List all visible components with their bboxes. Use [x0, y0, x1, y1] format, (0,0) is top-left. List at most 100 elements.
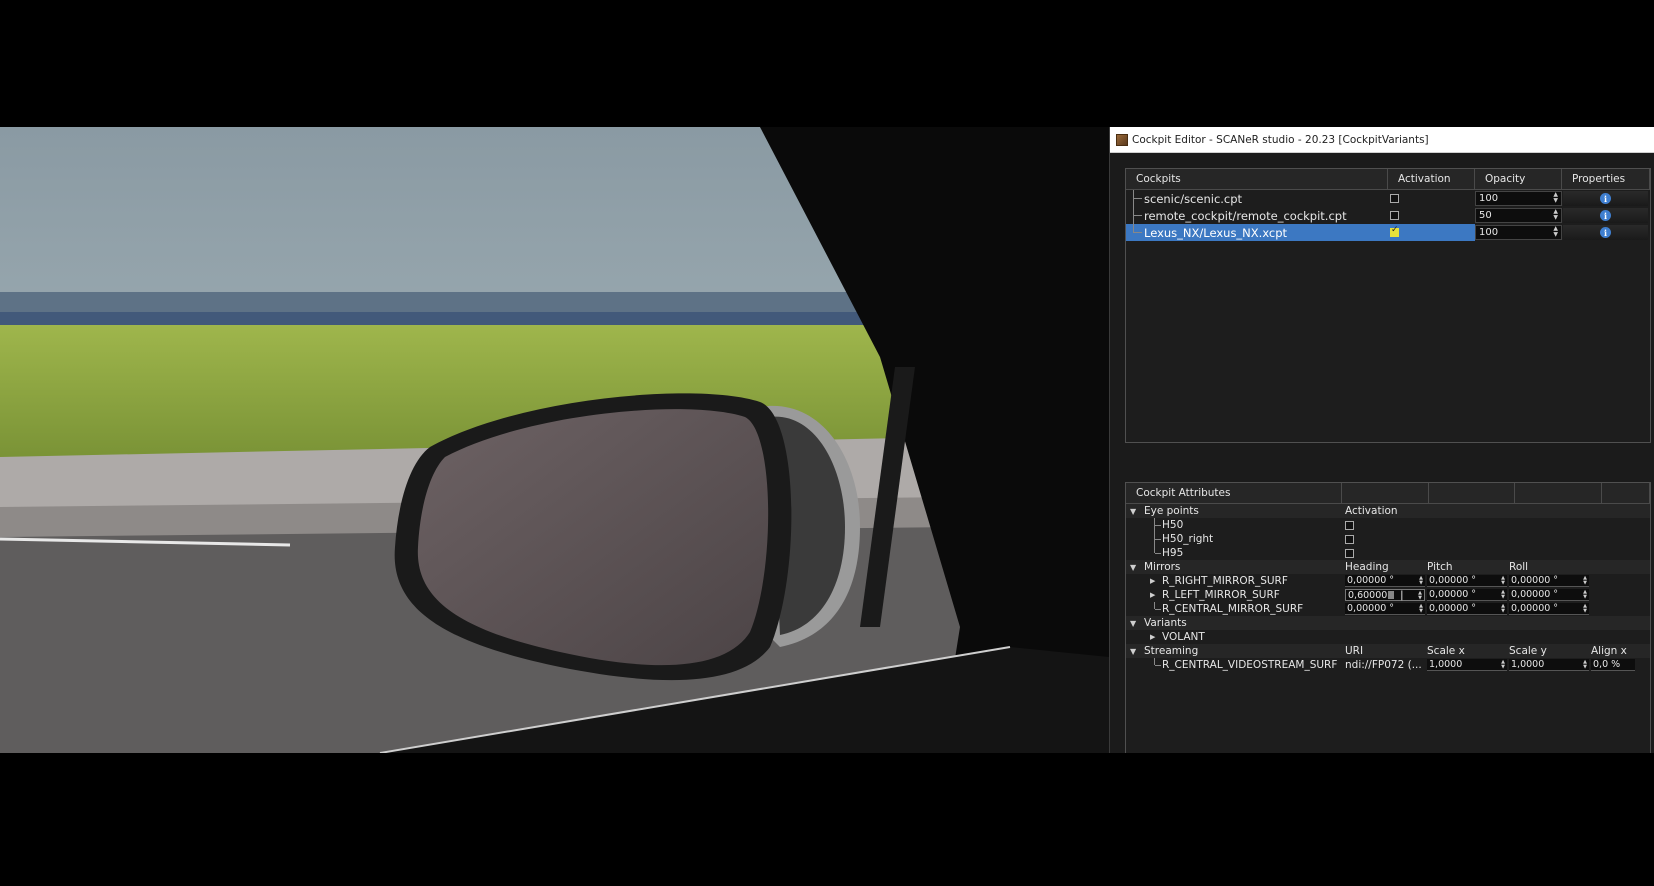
group-label: Streaming [1144, 645, 1199, 657]
properties-button[interactable]: i [1563, 208, 1648, 223]
col-empty[interactable] [1342, 483, 1429, 503]
field-value: 0,60000 [1348, 589, 1388, 601]
spin-arrows-icon[interactable]: ▲ ▼ [1553, 226, 1558, 238]
cockpit-row-selected[interactable]: Lexus_NX/Lexus_NX.xcpt 100 ▲▼ i [1126, 224, 1650, 241]
spin-arrows-icon[interactable]: ▲ ▼ [1583, 604, 1587, 614]
roll-field[interactable]: 0,00000 ° ▲ ▼ [1509, 575, 1589, 587]
eye-point-checkbox[interactable] [1345, 520, 1354, 530]
window-title: Cockpit Editor - SCANeR studio - 20.23 [… [1132, 133, 1429, 146]
eye-point-row[interactable]: H50 [1126, 518, 1650, 532]
col-empty[interactable] [1429, 483, 1516, 503]
spin-arrows-icon[interactable]: ▲ ▼ [1501, 660, 1505, 670]
properties-button[interactable]: i [1563, 225, 1648, 240]
pitch-field[interactable]: 0,00000 ° ▲ ▼ [1427, 589, 1507, 601]
col-activation[interactable]: Activation [1388, 169, 1475, 189]
mirror-name: R_CENTRAL_MIRROR_SURF [1162, 603, 1304, 615]
col-empty[interactable] [1602, 483, 1650, 503]
activation-checkbox[interactable] [1390, 211, 1399, 220]
app-icon [1116, 133, 1128, 146]
roll-field[interactable]: 0,00000 ° ▲ ▼ [1509, 589, 1589, 601]
opacity-spinbox[interactable]: 100 ▲ ▼ [1475, 225, 1562, 240]
col-empty[interactable] [1515, 483, 1603, 503]
spin-arrows-icon[interactable]: ▲ ▼ [1553, 209, 1558, 221]
opacity-value: 100 [1479, 193, 1499, 204]
scale-y-field[interactable]: 1,0000 ▲ ▼ [1509, 659, 1589, 671]
activation-checkbox[interactable] [1390, 225, 1399, 237]
mirror-row[interactable]: ▶ R_RIGHT_MIRROR_SURF 0,00000 ° ▲ ▼ 0,00000… [1126, 574, 1650, 588]
expand-caret-icon[interactable]: ▼ [1130, 619, 1136, 628]
spin-arrows-icon[interactable]: ▲ ▼ [1583, 660, 1587, 670]
cockpit-row[interactable]: scenic/scenic.cpt 100 ▲ ▼ i [1126, 190, 1650, 207]
spin-arrows-icon[interactable]: ▲ ▼ [1583, 576, 1587, 586]
col-roll: Roll [1509, 561, 1529, 573]
variant-name: VOLANT [1162, 631, 1205, 643]
text-cursor-icon: | [1400, 589, 1404, 601]
eye-point-row[interactable]: H50_right [1126, 532, 1650, 546]
spin-arrows-icon[interactable]: ▲ ▼ [1419, 604, 1423, 614]
group-mirrors[interactable]: ▼ Mirrors Heading Pitch Roll [1126, 560, 1650, 574]
spin-arrows-icon[interactable]: ▲ ▼ [1553, 192, 1558, 204]
col-properties[interactable]: Properties [1562, 169, 1650, 189]
cockpit-row[interactable]: remote_cockpit/remote_cockpit.cpt 50 ▲ ▼ i [1126, 207, 1650, 224]
spin-arrows-icon[interactable]: ▲ ▼ [1418, 591, 1422, 601]
heading-field[interactable]: 0,00000 ° ▲ ▼ [1345, 603, 1425, 615]
stream-name: R_CENTRAL_VIDEOSTREAM_SURF [1162, 659, 1338, 671]
scale-x-field[interactable]: 1,0000 ▲ ▼ [1427, 659, 1507, 671]
eye-point-checkbox[interactable] [1345, 534, 1354, 544]
variant-row[interactable]: ▶ VOLANT [1126, 630, 1650, 644]
activation-checkbox[interactable] [1390, 194, 1399, 203]
col-scale-x: Scale x [1427, 645, 1465, 657]
uri-value[interactable]: ndi://FP072 (... [1343, 658, 1425, 672]
opacity-value: 50 [1479, 210, 1492, 221]
col-cockpits[interactable]: Cockpits [1126, 169, 1388, 189]
field-value: 1,0000 [1511, 659, 1545, 670]
expand-caret-icon[interactable]: ▶ [1150, 591, 1155, 599]
col-scale-y: Scale y [1509, 645, 1547, 657]
col-attributes[interactable]: Cockpit Attributes [1126, 483, 1343, 503]
heading-field-editing[interactable]: 0,60000 | ▲ ▼ [1345, 589, 1425, 601]
tree-line [1133, 207, 1144, 224]
eye-point-row[interactable]: H95 [1126, 546, 1650, 560]
col-opacity[interactable]: Opacity [1475, 169, 1562, 189]
tree-line [1154, 518, 1163, 532]
expand-caret-icon[interactable]: ▼ [1130, 507, 1136, 516]
col-align-x: Align x [1591, 645, 1627, 657]
stream-row[interactable]: R_CENTRAL_VIDEOSTREAM_SURF ndi://FP072 (… [1126, 658, 1650, 672]
tree-line [1133, 224, 1144, 233]
spin-arrows-icon[interactable]: ▲ ▼ [1419, 576, 1423, 586]
spin-arrows-icon[interactable]: ▲ ▼ [1501, 576, 1505, 586]
spin-arrows-icon[interactable]: ▲ ▼ [1501, 604, 1505, 614]
cockpit-name: scenic/scenic.cpt [1144, 191, 1243, 206]
title-bar[interactable]: Cockpit Editor - SCANeR studio - 20.23 [… [1110, 127, 1654, 153]
group-variants[interactable]: ▼ Variants [1126, 616, 1650, 630]
col-pitch: Pitch [1427, 561, 1453, 573]
cockpits-header: Cockpits Activation Opacity Properties [1126, 169, 1650, 190]
align-x-field[interactable]: 0,0 % [1591, 659, 1635, 671]
spin-arrows-icon[interactable]: ▲ ▼ [1501, 590, 1505, 600]
field-value: 0,00000 ° [1429, 589, 1477, 600]
col-uri: URI [1345, 645, 1364, 657]
eye-point-name: H50_right [1162, 533, 1214, 545]
field-value: 0,00000 ° [1347, 603, 1395, 614]
eye-point-checkbox[interactable] [1345, 548, 1354, 558]
pitch-field[interactable]: 0,00000 ° ▲ ▼ [1427, 603, 1507, 615]
opacity-spinbox[interactable]: 100 ▲ ▼ [1475, 191, 1562, 206]
heading-field[interactable]: 0,00000 ° ▲ ▼ [1345, 575, 1425, 587]
expand-caret-icon[interactable]: ▼ [1130, 563, 1136, 572]
mirror-row[interactable]: ▶ R_LEFT_MIRROR_SURF 0,60000 | ▲ ▼ 0,00000 °… [1126, 588, 1650, 602]
opacity-spinbox[interactable]: 50 ▲ ▼ [1475, 208, 1562, 223]
spin-arrows-icon[interactable]: ▲ ▼ [1583, 590, 1587, 600]
field-value: 0,00000 ° [1429, 603, 1477, 614]
expand-caret-icon[interactable]: ▶ [1150, 577, 1155, 585]
roll-field[interactable]: 0,00000 ° ▲ ▼ [1509, 603, 1589, 615]
pitch-field[interactable]: 0,00000 ° ▲ ▼ [1427, 575, 1507, 587]
expand-caret-icon[interactable]: ▼ [1130, 647, 1136, 656]
group-streaming[interactable]: ▼ Streaming URI Scale x Scale y Align x [1126, 644, 1650, 658]
group-eye-points[interactable]: ▼ Eye points Activation [1126, 504, 1650, 518]
expand-caret-icon[interactable]: ▶ [1150, 633, 1155, 641]
col-heading: Heading [1345, 561, 1389, 573]
info-icon: i [1600, 227, 1611, 238]
mirror-row[interactable]: R_CENTRAL_MIRROR_SURF 0,00000 ° ▲ ▼ 0,0000… [1126, 602, 1650, 616]
tree-line [1154, 546, 1163, 554]
properties-button[interactable]: i [1563, 191, 1648, 206]
